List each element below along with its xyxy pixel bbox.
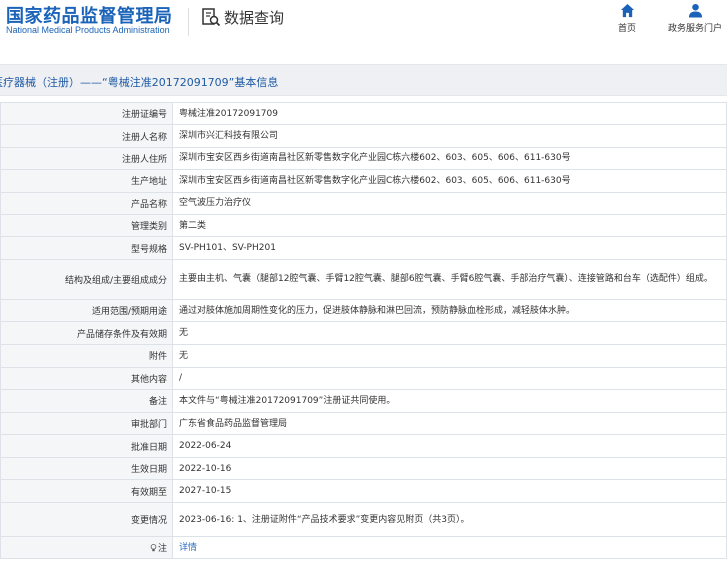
record-title: 医疗器械（注册）——“粤械注准20172091709”基本信息 (0, 76, 279, 89)
details-link[interactable]: 详情 (179, 543, 197, 553)
table-row: 产品名称 空气波压力治疗仪 (0, 191, 727, 215)
nav-portal-label: 政务服务门户 (667, 24, 722, 34)
row-label: 变更情况 (0, 502, 173, 538)
row-label: 型号规格 (0, 236, 173, 260)
note-value-cell: 详情 (172, 536, 727, 560)
table-row: 型号规格 SV-PH101、SV-PH201 (0, 236, 727, 260)
row-label: 注册人住所 (0, 146, 173, 171)
table-row: 注册人住所 深圳市宝安区西乡街道南昌社区新零售数字化产业园C栋六楼602、603… (0, 146, 727, 171)
row-label: 注册人名称 (0, 124, 173, 148)
row-label: 备注 (0, 389, 173, 413)
table-row: 结构及组成/主要组成成分 主要由主机、气囊（腿部12腔气囊、手臂12腔气囊、腿部… (0, 258, 727, 300)
note-label: 注 (157, 544, 167, 555)
row-value: 粤械注准20172091709 (172, 101, 727, 126)
row-value: 深圳市宝安区西乡街道南昌社区新零售数字化产业园C栋六楼602、603、605、6… (172, 146, 727, 171)
row-value: 主要由主机、气囊（腿部12腔气囊、手臂12腔气囊、腿部6腔气囊、手臂6腔气囊、手… (172, 258, 727, 300)
table-row: 附件 无 (0, 343, 727, 368)
nav-home-link[interactable]: 首页 (608, 3, 646, 34)
row-label: 生产地址 (0, 169, 173, 193)
table-row: 适用范围/预期用途 通过对肢体施加周期性变化的压力，促进肢体静脉和淋巴回流，预防… (0, 298, 727, 323)
row-value: 2027-10-15 (172, 479, 727, 504)
row-label: 有效期至 (0, 479, 173, 504)
row-value: 无 (172, 321, 727, 345)
site-logo-en[interactable]: National Medical Products Administration (6, 25, 170, 35)
row-value: 深圳市宝安区西乡街道南昌社区新零售数字化产业园C栋六楼602、603、605、6… (172, 169, 727, 193)
row-value: / (172, 366, 727, 391)
row-label: 产品储存条件及有效期 (0, 321, 173, 345)
note-label-cell: 注 (0, 536, 173, 560)
row-label: 批准日期 (0, 434, 173, 458)
row-label: 附件 (0, 343, 173, 368)
row-value: 本文件与“粤械注准20172091709”注册证共同使用。 (172, 389, 727, 413)
row-value: 无 (172, 343, 727, 368)
registration-info-table: 注册证编号 粤械注准20172091709 注册人名称 深圳市兴汇科技有限公司 … (0, 101, 727, 560)
nav-portal-link[interactable]: 政务服务门户 (664, 3, 726, 34)
row-label: 生效日期 (0, 456, 173, 481)
row-value: 通过对肢体施加周期性变化的压力，促进肢体静脉和淋巴回流，预防静脉血栓形成，减轻肢… (172, 298, 727, 323)
user-icon (688, 3, 702, 18)
lightbulb-icon (150, 544, 157, 552)
table-row: 注册证编号 粤械注准20172091709 (0, 101, 727, 126)
row-label: 管理类别 (0, 213, 173, 238)
table-row: 备注 本文件与“粤械注准20172091709”注册证共同使用。 (0, 389, 727, 413)
row-label: 产品名称 (0, 191, 173, 215)
row-label: 其他内容 (0, 366, 173, 391)
table-row: 管理类别 第二类 (0, 213, 727, 238)
row-value: 第二类 (172, 213, 727, 238)
row-value: 广东省食品药品监督管理局 (172, 411, 727, 436)
table-row: 注 详情 (0, 536, 727, 560)
row-value: 深圳市兴汇科技有限公司 (172, 124, 727, 148)
table-row: 其他内容 / (0, 366, 727, 391)
row-label: 结构及组成/主要组成成分 (0, 258, 173, 300)
row-label: 注册证编号 (0, 101, 173, 126)
document-search-icon (202, 8, 221, 27)
table-row: 注册人名称 深圳市兴汇科技有限公司 (0, 124, 727, 148)
row-value: 空气波压力治疗仪 (172, 191, 727, 215)
table-row: 生产地址 深圳市宝安区西乡街道南昌社区新零售数字化产业园C栋六楼602、603、… (0, 169, 727, 193)
row-value: 2022-06-24 (172, 434, 727, 458)
home-icon (620, 3, 634, 18)
table-row: 变更情况 2023-06-16: 1、注册证附件“产品技术要求”变更内容见附页（… (0, 502, 727, 538)
table-row: 审批部门 广东省食品药品监督管理局 (0, 411, 727, 436)
header-divider (188, 8, 189, 36)
nav-home-label: 首页 (617, 24, 636, 34)
table-row: 批准日期 2022-06-24 (0, 434, 727, 458)
row-value: 2022-10-16 (172, 456, 727, 481)
row-value: 2023-06-16: 1、注册证附件“产品技术要求”变更内容见附页（共3页）。 (172, 502, 727, 538)
row-label: 审批部门 (0, 411, 173, 436)
row-label: 适用范围/预期用途 (0, 298, 173, 323)
row-value: SV-PH101、SV-PH201 (172, 236, 727, 260)
site-header: 国家药品监督管理局 National Medical Products Admi… (0, 0, 727, 64)
table-row: 生效日期 2022-10-16 (0, 456, 727, 481)
record-title-bar: 医疗器械（注册）——“粤械注准20172091709”基本信息 (0, 64, 727, 96)
table-row: 产品储存条件及有效期 无 (0, 321, 727, 345)
query-title: 数据查询 (224, 9, 285, 27)
table-row: 有效期至 2027-10-15 (0, 479, 727, 504)
